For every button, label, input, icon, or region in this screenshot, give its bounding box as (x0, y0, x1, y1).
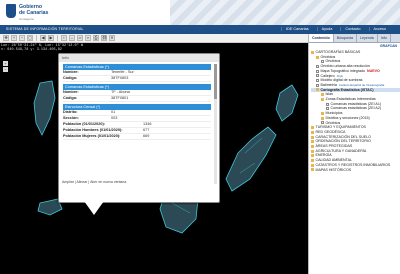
folder-icon[interactable] (311, 50, 314, 54)
folder-icon[interactable] (321, 97, 324, 101)
feature-info-popup: Info Comarcas Estadísticas (*) Nombre: Te… (58, 53, 220, 203)
shield-icon (6, 4, 16, 18)
zoom-out-tool-icon[interactable]: − (19, 35, 25, 41)
island-lanzarote (275, 84, 299, 122)
popup-section-comarca-1: Comarcas Estadísticas (*) Nombre: Tenerif… (63, 64, 211, 82)
full-extent-icon[interactable]: ◻ (27, 35, 33, 41)
nav-link-contact[interactable]: Contacto (340, 26, 364, 31)
area-icon[interactable]: ▱ (77, 35, 83, 41)
header-decoration (170, 0, 400, 25)
tab-contenido[interactable]: Contenido (309, 34, 334, 42)
pan-icon[interactable]: ✥ (3, 35, 9, 41)
folder-icon[interactable] (311, 168, 314, 172)
nav-link-help[interactable]: Ayuda (316, 26, 337, 31)
popup-pointer (84, 201, 104, 215)
table-row: Población Mujeres (01/01/2020): 669 (63, 134, 211, 140)
table-row: Código: 38TF0803 (63, 76, 211, 82)
checkbox-icon[interactable] (316, 64, 319, 68)
folder-icon[interactable] (311, 140, 314, 144)
tree-item-label: MAPAS HISTÓRICOS (315, 167, 352, 172)
folder-icon[interactable] (311, 149, 314, 153)
folder-icon[interactable] (316, 88, 319, 92)
nav-bar: SISTEMA DE INFORMACIÓN TERRITORIAL IDE C… (0, 25, 400, 34)
checkbox-icon[interactable] (326, 107, 329, 111)
folder-icon[interactable] (311, 154, 314, 158)
checkbox-icon[interactable] (321, 121, 324, 125)
folder-icon[interactable] (321, 111, 324, 115)
back-icon[interactable]: ◀ (40, 35, 46, 41)
checkbox-icon[interactable] (321, 60, 324, 64)
map-toolbar: ✥ + − ◻ ◀ ▶ i ↔ ▱ ⌕ ⎙ ⛓ ✕ (0, 34, 308, 43)
checkbox-icon[interactable] (316, 74, 319, 78)
new-badge: NUEVO (367, 68, 380, 73)
table-row: Código: 38TF0801 (63, 96, 211, 102)
folder-icon[interactable] (311, 159, 314, 163)
island-fuerteventura (225, 126, 277, 192)
folder-icon[interactable] (321, 93, 324, 97)
checkbox-icon[interactable] (326, 102, 329, 106)
clear-icon[interactable]: ✕ (109, 35, 115, 41)
info-icon[interactable]: i (61, 35, 67, 41)
checkbox-icon[interactable] (316, 83, 319, 87)
grafcan-logo: GRAFCAN (380, 44, 397, 48)
search-icon[interactable]: ⌕ (85, 35, 91, 41)
org-subtitle: Consejería (19, 17, 34, 21)
tree-item[interactable]: MAPAS HISTÓRICOS (311, 168, 400, 173)
zoom-in-tool-icon[interactable]: + (11, 35, 17, 41)
popup-section-census: Estructura Censal (*) Distrito: 01 Secció… (63, 104, 211, 140)
popup-title: Info (59, 54, 219, 62)
popup-actions[interactable]: Ampliar | Alinear | Abrir en nueva venta… (62, 180, 126, 184)
folder-icon[interactable] (311, 130, 314, 134)
folder-icon[interactable] (311, 135, 314, 139)
system-title: SISTEMA DE INFORMACIÓN TERRITORIAL (6, 27, 84, 31)
folder-icon[interactable] (311, 144, 314, 148)
panel-tabs: Contenido Búsqueda Leyenda Info (309, 34, 400, 43)
forward-icon[interactable]: ▶ (48, 35, 54, 41)
checkbox-icon[interactable] (316, 69, 319, 73)
tab-busqueda[interactable]: Búsqueda (334, 34, 357, 42)
layer-tree: CARTOGRAFÍAS BÁSICAS Ortofotos Ortofotos Or… (309, 50, 400, 172)
nav-link-access[interactable]: Acceso (368, 26, 390, 31)
measure-icon[interactable]: ↔ (69, 35, 75, 41)
government-logo[interactable]: Gobierno de Canarias Consejería (6, 4, 48, 22)
popup-scrollbar[interactable] (214, 64, 217, 184)
print-icon[interactable]: ⎙ (93, 35, 99, 41)
popup-section-comarca-2: Comarcas Estadísticas (*) Nombre: TF - Ab… (63, 84, 211, 102)
map-canvas[interactable]: Lon: 28°50'31.24" N, Lon: 15°32'12.0" W … (0, 43, 308, 274)
checkbox-icon[interactable] (316, 79, 319, 83)
island-la-palma (33, 80, 56, 136)
folder-icon[interactable] (311, 163, 314, 167)
layers-panel: Contenido Búsqueda Leyenda Info GRAFCAN … (308, 34, 400, 274)
link-icon[interactable]: ⛓ (101, 35, 107, 41)
folder-icon[interactable] (321, 116, 324, 120)
folder-icon[interactable] (316, 55, 319, 59)
nav-link-ide[interactable]: IDE Canarias (281, 26, 313, 31)
tab-info[interactable]: Info (378, 34, 391, 42)
tab-leyenda[interactable]: Leyenda (357, 34, 378, 42)
folder-icon[interactable] (311, 126, 314, 130)
